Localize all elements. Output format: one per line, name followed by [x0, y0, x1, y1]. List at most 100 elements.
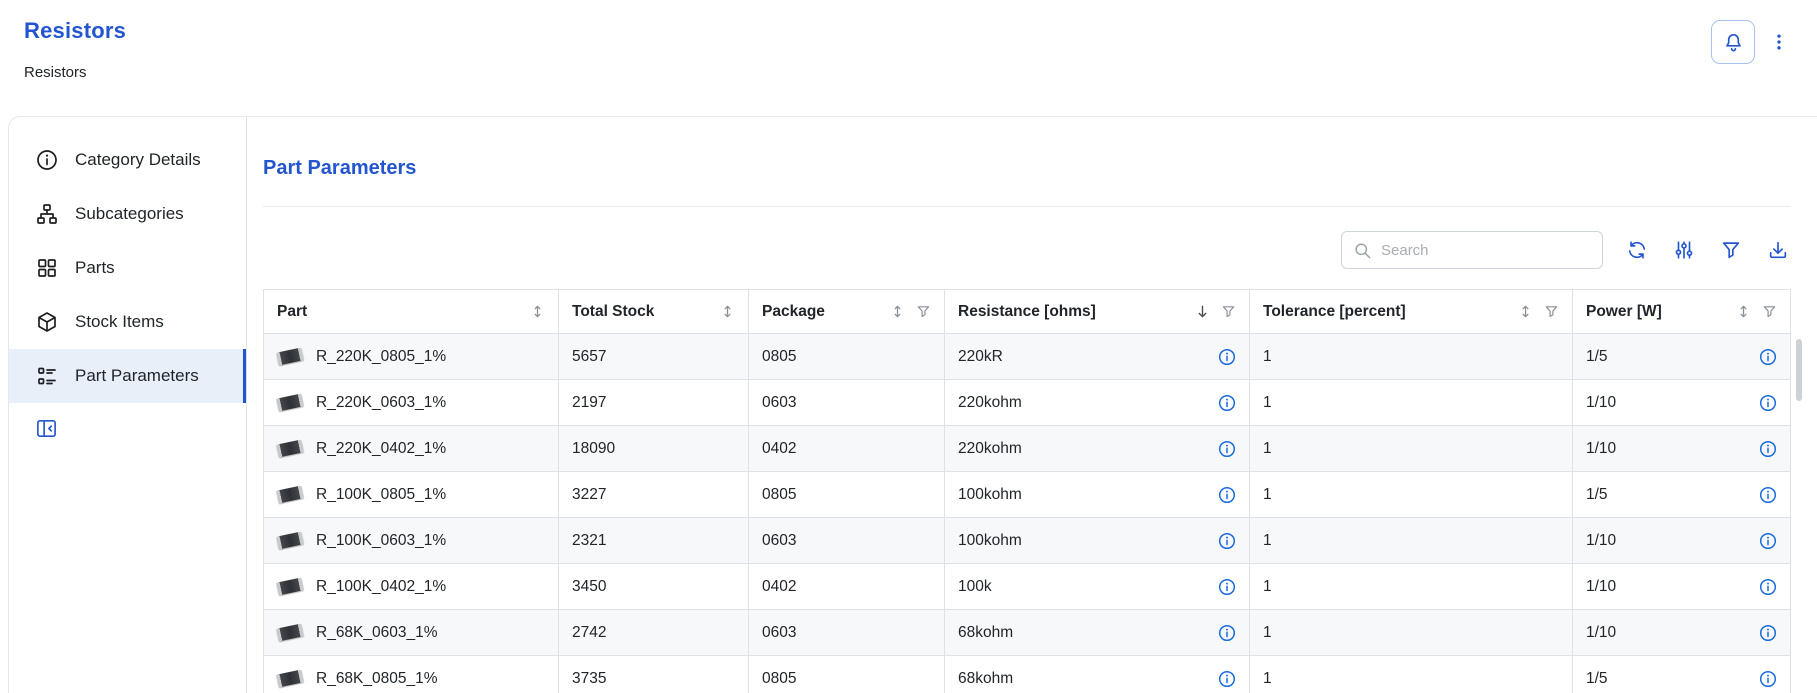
sort-icon[interactable] — [1736, 304, 1751, 319]
column-filter-icon[interactable] — [1544, 304, 1559, 319]
info-icon[interactable] — [1759, 440, 1777, 458]
table-row[interactable]: R_220K_0805_1%56570805220kR11/5 — [264, 334, 1791, 380]
total-stock-cell: 2321 — [559, 518, 749, 564]
info-icon[interactable] — [1218, 394, 1236, 412]
section-title: Part Parameters — [263, 157, 1791, 180]
package-cell: 0603 — [749, 610, 945, 656]
grid-icon — [35, 256, 59, 280]
filter-icon — [1720, 239, 1742, 261]
info-icon[interactable] — [1759, 348, 1777, 366]
collapse-sidebar-button[interactable] — [35, 417, 58, 440]
column-filter-icon[interactable] — [1221, 304, 1236, 319]
resistance-value: 220kR — [958, 348, 1003, 366]
bell-icon — [1722, 31, 1745, 54]
main-panel: Part Parameters — [247, 117, 1817, 693]
info-icon[interactable] — [1759, 486, 1777, 504]
power-value: 1/5 — [1586, 670, 1608, 688]
sidebar: Category Details Subcategories Parts Stock … — [9, 117, 247, 693]
power-value: 1/5 — [1586, 486, 1608, 504]
power-value: 1/5 — [1586, 348, 1608, 366]
header-actions — [1711, 18, 1791, 64]
sidebar-item-category-details[interactable]: Category Details — [9, 133, 246, 187]
package-cell: 0805 — [749, 656, 945, 693]
sidebar-nav: Category Details Subcategories Parts Stock … — [9, 133, 246, 403]
column-header-total-stock[interactable]: Total Stock — [559, 290, 749, 334]
tolerance-cell: 1 — [1250, 426, 1573, 472]
table-row[interactable]: R_220K_0402_1%180900402220kohm11/10 — [264, 426, 1791, 472]
info-icon[interactable] — [1218, 670, 1236, 688]
info-icon[interactable] — [1218, 578, 1236, 596]
sidebar-item-parts[interactable]: Parts — [9, 241, 246, 295]
info-icon[interactable] — [1218, 486, 1236, 504]
sort-icon[interactable] — [530, 304, 545, 319]
info-icon[interactable] — [1218, 624, 1236, 642]
table-header-row: PartTotal StockPackageResistance [ohms] T… — [264, 290, 1791, 334]
column-header-resistance-ohms[interactable]: Resistance [ohms] — [945, 290, 1250, 334]
page-header: Resistors Resistors — [0, 0, 1817, 116]
tolerance-cell: 1 — [1250, 472, 1573, 518]
sidebar-item-label: Subcategories — [75, 204, 184, 224]
column-header-part[interactable]: Part — [264, 290, 559, 334]
total-stock-cell: 18090 — [559, 426, 749, 472]
package-cell: 0805 — [749, 472, 945, 518]
vertical-scrollbar-thumb[interactable] — [1796, 339, 1802, 401]
sort-icon[interactable] — [720, 304, 735, 319]
search-input[interactable] — [1381, 242, 1591, 259]
column-label: Power [W] — [1586, 303, 1662, 321]
column-settings-icon — [1673, 239, 1695, 261]
refresh-icon — [1626, 239, 1648, 261]
resistance-value: 100k — [958, 578, 992, 596]
part-name: R_68K_0805_1% — [316, 670, 438, 688]
sidebar-item-subcategories[interactable]: Subcategories — [9, 187, 246, 241]
kebab-menu-button[interactable] — [1767, 26, 1791, 58]
column-filter-icon[interactable] — [916, 304, 931, 319]
power-value: 1/10 — [1586, 394, 1616, 412]
resistance-value: 68kohm — [958, 624, 1013, 642]
part-name: R_220K_0603_1% — [316, 394, 446, 412]
table-row[interactable]: R_100K_0603_1%23210603100kohm11/10 — [264, 518, 1791, 564]
part-thumbnail-icon — [276, 669, 304, 687]
info-icon[interactable] — [1759, 394, 1777, 412]
column-header-package[interactable]: Package — [749, 290, 945, 334]
notifications-button[interactable] — [1711, 20, 1755, 64]
column-header-power-w[interactable]: Power [W] — [1573, 290, 1791, 334]
breadcrumb[interactable]: Resistors — [24, 64, 126, 81]
sidebar-item-stock-items[interactable]: Stock Items — [9, 295, 246, 349]
info-icon[interactable] — [1218, 532, 1236, 550]
column-filter-icon[interactable] — [1762, 304, 1777, 319]
table-row[interactable]: R_100K_0402_1%34500402100k11/10 — [264, 564, 1791, 610]
column-settings-button[interactable] — [1671, 237, 1697, 263]
tolerance-cell: 1 — [1250, 518, 1573, 564]
table-row[interactable]: R_68K_0603_1%2742060368kohm11/10 — [264, 610, 1791, 656]
info-icon[interactable] — [1759, 532, 1777, 550]
table-body: R_220K_0805_1%56570805220kR11/5R_220K_06… — [264, 334, 1791, 693]
info-icon[interactable] — [1759, 578, 1777, 596]
sort-desc-icon[interactable] — [1195, 304, 1210, 319]
part-name: R_100K_0603_1% — [316, 532, 446, 550]
collapse-sidebar-icon — [35, 417, 58, 440]
package-cell: 0402 — [749, 564, 945, 610]
table-row[interactable]: R_68K_0805_1%3735080568kohm11/5 — [264, 656, 1791, 693]
tolerance-cell: 1 — [1250, 656, 1573, 693]
sidebar-item-part-parameters[interactable]: Part Parameters — [9, 349, 246, 403]
part-thumbnail-icon — [276, 439, 304, 457]
sidebar-item-label: Stock Items — [75, 312, 164, 332]
sort-icon[interactable] — [1518, 304, 1533, 319]
power-value: 1/10 — [1586, 532, 1616, 550]
filter-button[interactable] — [1718, 237, 1744, 263]
part-thumbnail-icon — [276, 531, 304, 549]
info-icon[interactable] — [1759, 670, 1777, 688]
refresh-button[interactable] — [1624, 237, 1650, 263]
part-thumbnail-icon — [276, 577, 304, 595]
column-label: Tolerance [percent] — [1263, 303, 1406, 321]
column-header-tolerance-percent[interactable]: Tolerance [percent] — [1250, 290, 1573, 334]
sort-icon[interactable] — [890, 304, 905, 319]
table-row[interactable]: R_220K_0603_1%21970603220kohm11/10 — [264, 380, 1791, 426]
info-icon[interactable] — [1759, 624, 1777, 642]
info-icon[interactable] — [1218, 348, 1236, 366]
package-icon — [35, 310, 59, 334]
info-icon[interactable] — [1218, 440, 1236, 458]
download-button[interactable] — [1765, 237, 1791, 263]
table-row[interactable]: R_100K_0805_1%32270805100kohm11/5 — [264, 472, 1791, 518]
resistance-value: 100kohm — [958, 486, 1022, 504]
